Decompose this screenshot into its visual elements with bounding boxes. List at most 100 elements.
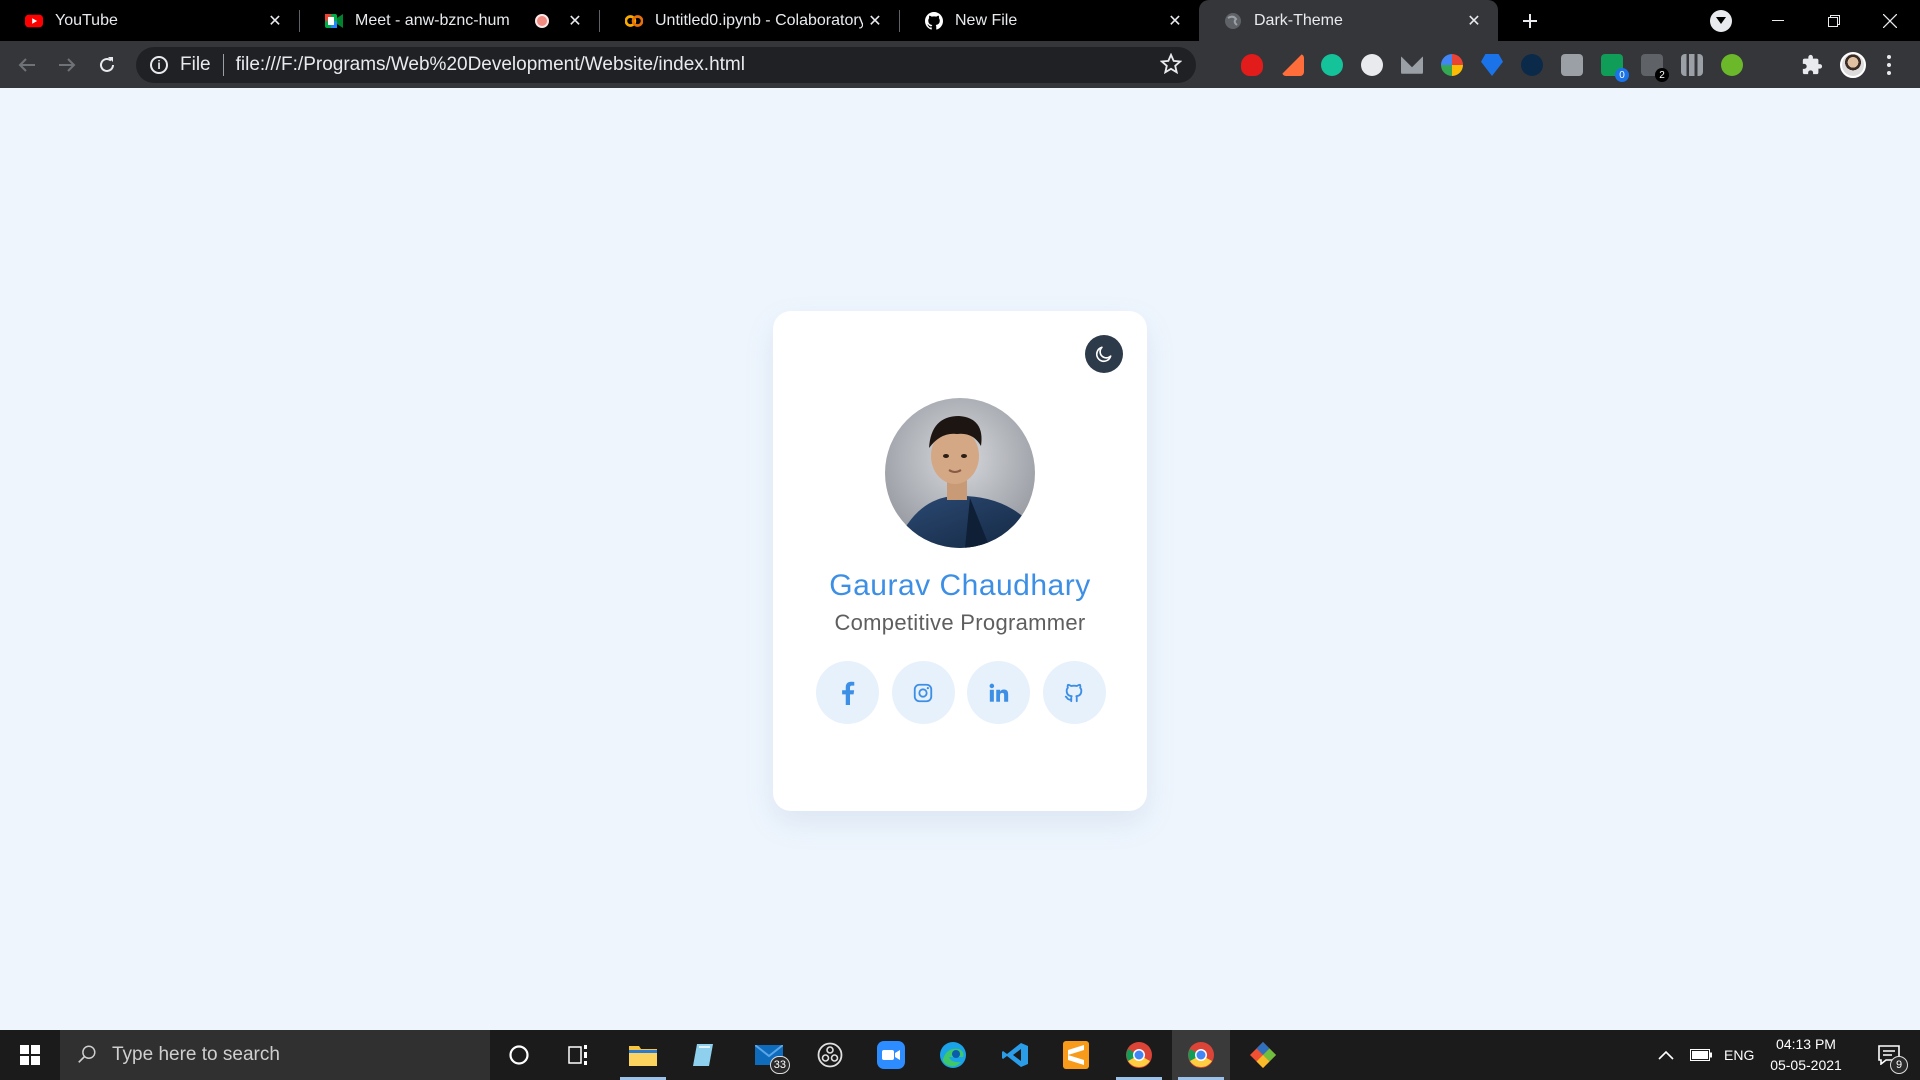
browser-menu-icon[interactable] [1886,55,1892,75]
close-tab-icon[interactable]: ✕ [563,9,587,33]
show-hidden-icons-button[interactable] [1658,1030,1674,1080]
reload-icon [100,57,114,72]
git-icon [1250,1042,1276,1068]
github-icon [925,11,943,30]
close-window-button[interactable] [1862,0,1918,41]
theme-toggle-button[interactable] [1085,335,1123,373]
close-tab-icon[interactable]: ✕ [863,9,887,33]
tab-search-button[interactable] [1710,10,1732,32]
linkedin-link[interactable] [967,661,1031,724]
profile-avatar[interactable] [1840,52,1866,78]
tab-title: New File [955,11,1018,29]
site-info-icon[interactable]: i [150,56,168,74]
scheme-label: File [180,54,211,75]
mail-button[interactable]: 33 [740,1030,798,1080]
battery-button[interactable] [1690,1030,1712,1080]
close-tab-icon[interactable]: ✕ [263,9,287,33]
bookmark-star-icon[interactable] [1159,52,1183,81]
sublime-icon [1063,1041,1089,1069]
action-center-button[interactable]: 9 [1866,1030,1912,1080]
sublime-button[interactable] [1047,1030,1105,1080]
youtube-icon [25,12,43,30]
reload-button[interactable] [93,51,121,79]
minimize-button[interactable] [1750,0,1806,41]
task-view-button[interactable] [551,1030,609,1080]
forward-button[interactable] [53,51,81,79]
back-button[interactable] [13,51,41,79]
facebook-link[interactable] [816,661,879,724]
cortana-button[interactable] [490,1030,548,1080]
ext-shield-icon[interactable]: 2 [1641,54,1669,82]
tab-youtube[interactable]: YouTube ✕ [0,0,299,41]
taskbar-clock[interactable]: 04:13 PM 05-05-2021 [1758,1034,1854,1076]
arrow-right-icon [59,58,76,72]
restore-icon [1828,14,1840,27]
ext-printer-icon[interactable] [1561,54,1583,76]
tab-dark-theme[interactable]: Dark-Theme ✕ [1199,0,1498,41]
address-divider [222,54,224,76]
taskbar-search-box[interactable]: Type here to search [60,1030,490,1080]
github-icon [1065,683,1083,702]
edge-icon [940,1042,966,1068]
url-text[interactable]: file:///F:/Programs/Web%20Development/We… [236,54,745,76]
ext-badge: 2 [1655,68,1669,82]
tab-title: YouTube [55,11,118,29]
adblock-extension-icon[interactable] [1241,54,1263,76]
ext-diamond-icon[interactable] [1481,54,1503,76]
extensions-puzzle-icon[interactable] [1801,54,1823,76]
browser-toolbar: i File file:///F:/Programs/Web%20Develop… [0,41,1920,88]
language-indicator[interactable]: ENG [1724,1030,1754,1080]
folder-icon [629,1046,657,1066]
close-tab-icon[interactable]: ✕ [1462,9,1486,33]
linkedin-icon [989,683,1008,702]
ext-orange-icon[interactable] [1282,54,1304,76]
close-tab-icon[interactable]: ✕ [1163,9,1187,33]
grammarly-icon[interactable] [1321,54,1343,76]
vscode-icon [1002,1043,1028,1067]
clock-date: 05-05-2021 [1770,1057,1842,1073]
instagram-link[interactable] [891,661,955,724]
ext-terminal-icon[interactable]: 0 [1601,54,1629,82]
ext-eyes-icon[interactable] [1361,54,1383,76]
ext-bird-icon[interactable] [1401,56,1423,74]
tab-colab[interactable]: Untitled0.ipynb - Colaboratory ✕ [600,0,899,41]
edge-button[interactable] [924,1030,982,1080]
windows-taskbar: Type here to search 33 ENG 04:13 PM 05-0… [0,1030,1920,1080]
new-tab-button[interactable] [1510,0,1550,41]
notepad-button[interactable] [675,1030,733,1080]
instagram-icon [913,683,933,702]
profile-name: Gaurav Chaudhary [829,569,1091,602]
obs-icon [817,1042,843,1068]
facebook-icon [841,681,854,705]
chrome-button[interactable] [1110,1030,1168,1080]
colab-icon [625,12,643,30]
zoom-button[interactable] [862,1030,920,1080]
github-link[interactable] [1042,661,1106,724]
ext-plus-icon[interactable] [1721,54,1743,76]
tab-github-new-file[interactable]: New File ✕ [900,0,1199,41]
restore-button[interactable] [1806,0,1862,41]
minimize-icon [1772,19,1784,21]
windows-logo-icon [20,1045,40,1065]
social-links [816,661,1106,724]
moon-icon [1095,346,1112,363]
ext-bars-icon[interactable] [1681,54,1703,76]
address-bar[interactable]: i File file:///F:/Programs/Web%20Develop… [136,47,1196,83]
obs-button[interactable] [801,1030,859,1080]
clock-time: 04:13 PM [1776,1036,1836,1052]
globe-icon [1224,12,1242,30]
file-explorer-button[interactable] [614,1030,672,1080]
battery-icon [1690,1049,1712,1061]
ext-badge: 0 [1615,68,1629,82]
start-button[interactable] [0,1030,60,1080]
git-button[interactable] [1234,1030,1292,1080]
tab-title: Untitled0.ipynb - Colaboratory [655,11,863,29]
tab-meet[interactable]: Meet - anw-bznc-hum ✕ [300,0,599,41]
notification-count-badge: 9 [1890,1056,1908,1074]
ext-color-wheel-icon[interactable] [1441,54,1463,76]
tab-title: Meet - anw-bznc-hum [355,11,510,29]
profile-card: Gaurav Chaudhary Competitive Programmer [773,311,1147,811]
chrome-profile-button[interactable] [1172,1030,1230,1080]
vscode-button[interactable] [986,1030,1044,1080]
ext-dark-icon[interactable] [1521,54,1543,76]
